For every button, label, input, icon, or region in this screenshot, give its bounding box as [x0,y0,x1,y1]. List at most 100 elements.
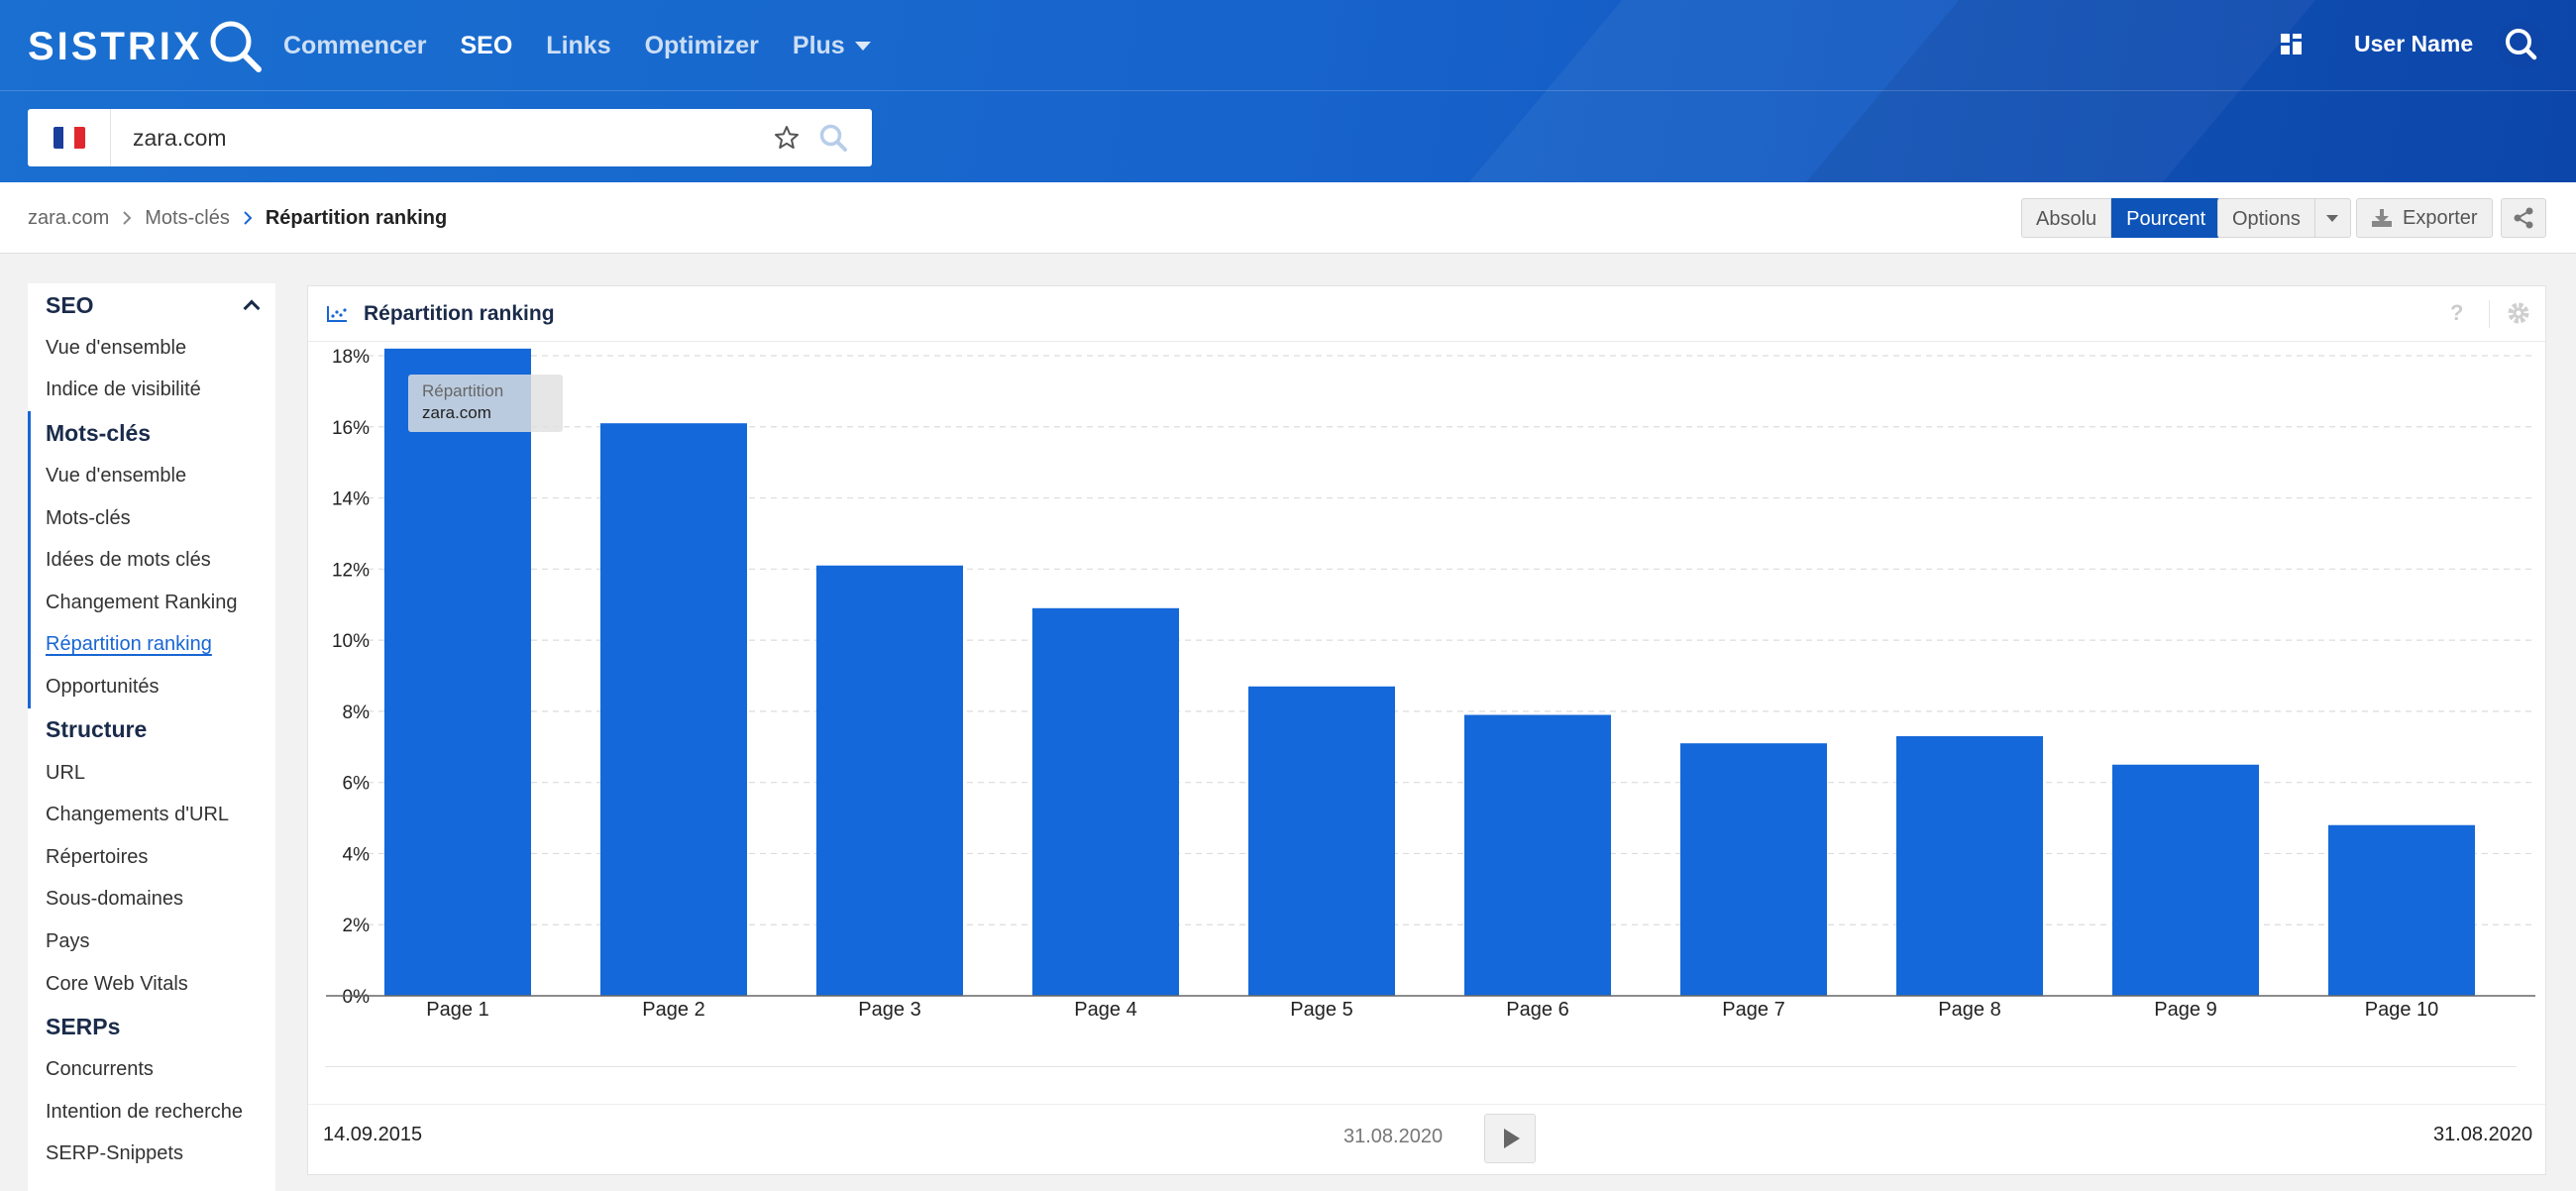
export-button[interactable]: Exporter [2356,198,2493,238]
chart-panel: Répartition ranking ? 0% 2% 4% 6% 8% 10% 12% 14… [307,285,2546,1175]
sidebar-item-mots-cles[interactable]: Mots-clés [28,497,275,540]
export-group: Exporter [2356,198,2493,238]
x-tick-label: Page 6 [1506,999,1568,1021]
tooltip-label: Répartition [422,381,504,400]
logo-text: SISTRIX [28,24,203,68]
y-tick-label: 4% [343,844,371,865]
sidebar-item-intention-recherche[interactable]: Intention de recherche [28,1091,275,1134]
sidebar-heading-label: Mots-clés [46,419,152,446]
sidebar-heading-mots-cles[interactable]: Mots-clés [28,411,275,455]
sidebar-item-repertoires[interactable]: Répertoires [28,836,275,879]
breadcrumb-bar: zara.com Mots-clés Répartition ranking A… [0,182,2576,254]
sidebar-heading-structure[interactable]: Structure [28,708,275,752]
sidebar-heading-serps[interactable]: SERPs [28,1005,275,1048]
top-nav-bar: SISTRIX Commencer SEO Links Optimizer Pl… [0,0,2576,91]
search-input[interactable]: zara.com [133,125,773,152]
options-caret-button[interactable] [2314,198,2351,238]
sistrix-logo[interactable]: SISTRIX [28,18,265,75]
sidebar-item-changement-ranking[interactable]: Changement Ranking [28,582,275,624]
sidebar-section-mots-cles: Mots-clés Vue d'ensemble Mots-clés Idées… [28,411,275,708]
x-tick-label: Page 9 [2154,999,2216,1021]
sidebar-item-concurrents[interactable]: Concurrents [28,1048,275,1091]
absolu-button[interactable]: Absolu [2021,198,2112,238]
nav-seo[interactable]: SEO [461,28,513,63]
chevron-down-icon [2326,214,2339,222]
tooltip-value: zara.com [422,403,491,422]
timeline-start-date: 14.09.2015 [323,1124,423,1145]
nav-links[interactable]: Links [546,28,610,63]
x-tick-label: Page 7 [1722,999,1784,1021]
x-tick-label: Page 4 [1074,999,1136,1021]
share-button[interactable] [2501,198,2546,238]
chart-tooltip: Répartition zara.com [408,375,563,432]
user-name[interactable]: User Name [2354,28,2473,59]
bar [1248,686,1395,996]
download-icon [2372,209,2392,227]
nav-commencer[interactable]: Commencer [283,28,427,63]
sidebar-item-changements-url[interactable]: Changements d'URL [28,794,275,836]
y-tick-label: 0% [343,987,371,1008]
nav-plus[interactable]: Plus [793,28,871,63]
options-button[interactable]: Options [2217,198,2315,238]
sidebar-item-vue-ensemble[interactable]: Vue d'ensemble [28,327,275,370]
header-divider [2489,300,2490,328]
sidebar-item-vue-ensemble[interactable]: Vue d'ensemble [28,455,275,497]
sidebar-item-url[interactable]: URL [28,752,275,795]
sidebar-heading-label: SERPs [46,1013,121,1039]
x-tick-label: Page 10 [2365,999,2439,1021]
star-icon[interactable] [773,124,801,152]
breadcrumb-current: Répartition ranking [265,207,448,229]
y-tick-label: 12% [332,560,370,581]
country-selector[interactable] [28,109,111,166]
sidebar: SEO Vue d'ensemble Indice de visibilité … [28,283,275,1191]
panel-title: Répartition ranking [364,301,555,325]
timeline-divider [308,1104,2545,1105]
x-tick-label: Page 8 [1938,999,2000,1021]
sidebar-heading-label: SEO [46,291,94,318]
breadcrumb-mots-cles[interactable]: Mots-clés [145,204,230,232]
breadcrumb-domain[interactable]: zara.com [28,204,109,232]
sidebar-item-idees-mots-cles[interactable]: Idées de mots clés [28,539,275,582]
options-dropdown: Options [2217,198,2351,238]
help-icon[interactable]: ? [2450,300,2472,328]
apps-grid-icon[interactable] [2281,34,2303,55]
bar [384,348,531,996]
y-tick-label: 18% [332,347,370,368]
nav-optimizer[interactable]: Optimizer [645,28,759,63]
breadcrumb: zara.com Mots-clés Répartition ranking [28,204,447,232]
search-icon[interactable] [818,123,848,153]
bar [1032,607,1179,996]
timeline-play-button[interactable] [1484,1114,1536,1163]
chevron-right-icon [115,209,139,227]
sidebar-item-core-web-vitals[interactable]: Core Web Vitals [28,963,275,1006]
chevron-up-icon[interactable] [243,299,261,317]
sidebar-heading-seo[interactable]: SEO [28,283,275,327]
y-tick-label: 8% [343,703,371,723]
bar [2328,824,2475,996]
x-tick-label: Page 3 [858,999,920,1021]
timeline-end-date: 31.08.2020 [2433,1124,2533,1145]
panel-header: Répartition ranking [308,286,2545,342]
bar [2112,764,2259,996]
bar [816,565,963,996]
sidebar-item-serp-snippets[interactable]: SERP-Snippets [28,1134,275,1176]
sidebar-item-sous-domaines[interactable]: Sous-domaines [28,879,275,921]
pourcent-button[interactable]: Pourcent [2111,198,2221,238]
search-icon[interactable] [2497,20,2546,69]
app-header: SISTRIX Commencer SEO Links Optimizer Pl… [0,0,2576,182]
sidebar-item-repartition-ranking[interactable]: Répartition ranking [28,624,275,667]
share-group [2501,198,2546,238]
bar [1680,743,1827,996]
y-tick-label: 10% [332,631,370,652]
y-tick-label: 2% [343,916,371,936]
sidebar-item-opportunites[interactable]: Opportunités [28,666,275,708]
chevron-right-icon [236,209,260,227]
gear-icon[interactable] [2506,300,2531,326]
bar [1896,736,2043,996]
sidebar-section-structure: Structure URL Changements d'URL Répertoi… [28,708,275,1006]
sidebar-item-indice-visibilite[interactable]: Indice de visibilité [28,370,275,412]
domain-search-box[interactable]: zara.com [28,109,872,166]
chart-icon [327,305,347,322]
timeline-current-date[interactable]: 31.08.2020 [1343,1126,1443,1148]
sidebar-item-pays[interactable]: Pays [28,920,275,963]
